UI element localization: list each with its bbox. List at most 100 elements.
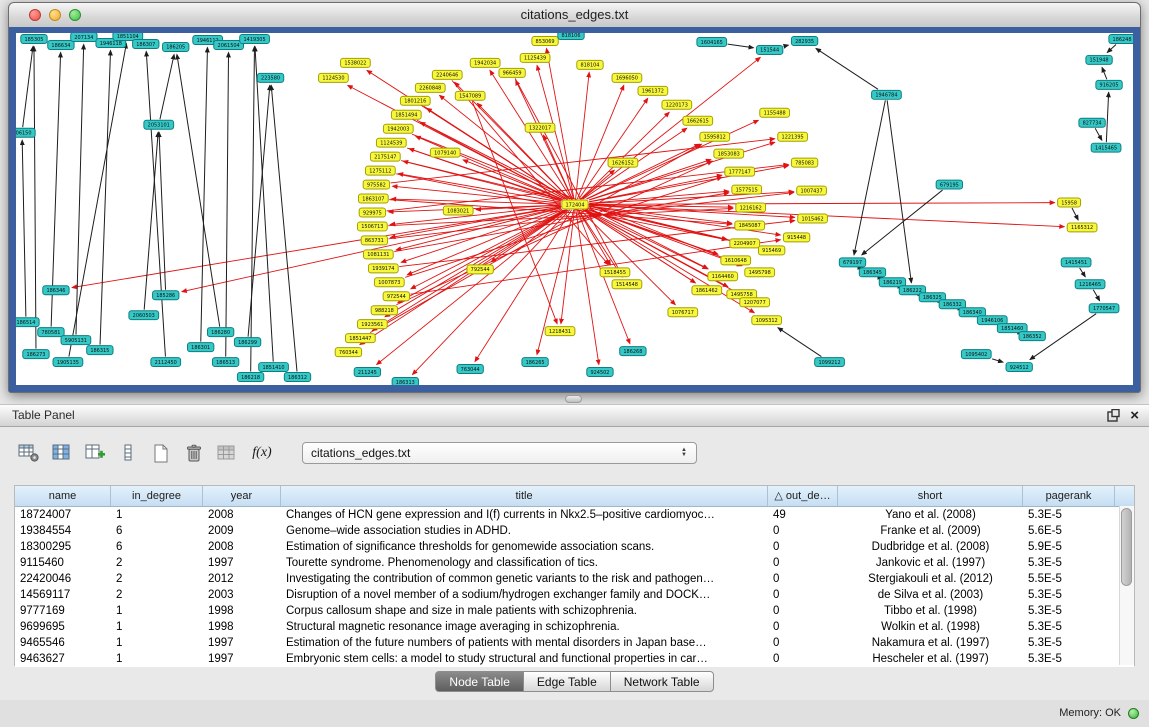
network-graph[interactable]: 1724042260848180121618514941942003112453… <box>16 33 1133 385</box>
graph-node[interactable]: 1124530 <box>319 73 349 82</box>
graph-node[interactable]: 1863107 <box>358 194 388 203</box>
graph-node[interactable]: 818104 <box>577 60 603 69</box>
graph-node[interactable]: 1083021 <box>443 206 473 215</box>
table-row[interactable]: 911546021997Tourette syndrome. Phenomeno… <box>15 555 1134 571</box>
cell-short[interactable]: Wolkin et al. (1998) <box>838 619 1023 635</box>
graph-node[interactable]: 2053101 <box>144 120 174 129</box>
graph-node[interactable]: 1851447 <box>346 334 376 343</box>
graph-node[interactable]: 1923561 <box>357 320 387 329</box>
graph-node[interactable]: 186313 <box>392 378 418 385</box>
graph-node[interactable]: 1905135 <box>53 358 83 367</box>
cell-out_degree[interactable]: 0 <box>768 539 838 555</box>
graph-node[interactable]: 1577515 <box>732 185 762 194</box>
cell-pagerank[interactable]: 5.3E-5 <box>1023 587 1115 603</box>
graph-node[interactable]: 1610648 <box>721 256 751 265</box>
graph-node[interactable]: 1851410 <box>259 363 289 372</box>
graph-node[interactable]: 929975 <box>359 208 385 217</box>
graph-node[interactable]: 186315 <box>87 346 113 355</box>
graph-node[interactable]: 1076717 <box>668 308 698 317</box>
graph-node[interactable]: 186307 <box>133 39 159 48</box>
graph-node[interactable]: 916205 <box>1096 80 1122 89</box>
graph-node[interactable]: 1165312 <box>1067 223 1097 232</box>
cell-out_degree[interactable]: 0 <box>768 523 838 539</box>
new-table-icon[interactable] <box>148 441 174 465</box>
cell-title[interactable]: Genome–wide association studies in ADHD. <box>281 523 768 539</box>
graph-node[interactable]: 915448 <box>783 233 809 242</box>
graph-node[interactable]: 915469 <box>758 246 784 255</box>
graph-node[interactable]: 186218 <box>237 373 263 382</box>
cell-pagerank[interactable]: 5.3E-5 <box>1023 651 1115 667</box>
table-row[interactable]: 969969511998Structural magnetic resonanc… <box>15 619 1134 635</box>
graph-node[interactable]: 186345 <box>859 268 885 277</box>
graph-node[interactable]: 1007873 <box>374 278 404 287</box>
cell-out_degree[interactable]: 0 <box>768 635 838 651</box>
graph-node[interactable]: 1419305 <box>240 34 270 43</box>
graph-node[interactable]: 972544 <box>383 292 409 301</box>
graph-node[interactable]: 1415465 <box>1091 143 1121 152</box>
graph-node[interactable]: 186312 <box>284 373 310 382</box>
cell-title[interactable]: Changes of HCN gene expression and I(f) … <box>281 507 768 523</box>
graph-node[interactable]: 1164460 <box>708 272 738 281</box>
cell-in_degree[interactable]: 2 <box>111 571 203 587</box>
graph-node[interactable]: 186280 <box>207 328 233 337</box>
graph-node[interactable]: 2260848 <box>415 83 445 92</box>
graph-node[interactable]: 1770547 <box>1089 304 1119 313</box>
graph-node[interactable]: 827734 <box>1079 118 1105 127</box>
graph-node[interactable]: 186301 <box>187 343 213 352</box>
cell-short[interactable]: Dudbridge et al. (2008) <box>838 539 1023 555</box>
table-row[interactable]: 1938455462009Genome–wide association stu… <box>15 523 1134 539</box>
graph-node[interactable]: 1942034 <box>470 58 500 67</box>
cell-short[interactable]: Stergiakouli et al. (2012) <box>838 571 1023 587</box>
graph-node[interactable]: 151544 <box>756 45 782 54</box>
cell-short[interactable]: Franke et al. (2009) <box>838 523 1023 539</box>
graph-node[interactable]: 679197 <box>839 258 865 267</box>
graph-node[interactable]: 1124539 <box>376 138 406 147</box>
minimize-window-button[interactable] <box>49 9 61 21</box>
cell-pagerank[interactable]: 5.3E-5 <box>1023 603 1115 619</box>
table-mode-icon[interactable] <box>16 441 42 465</box>
graph-node[interactable]: 1081131 <box>363 250 393 259</box>
graph-node[interactable]: 853069 <box>532 36 558 45</box>
graph-node[interactable]: 1415451 <box>1061 258 1091 267</box>
cell-in_degree[interactable]: 2 <box>111 555 203 571</box>
cell-name[interactable]: 18724007 <box>15 507 111 523</box>
cell-name[interactable]: 22420046 <box>15 571 111 587</box>
graph-node[interactable]: 863731 <box>361 236 387 245</box>
graph-node[interactable]: 924512 <box>1006 363 1032 372</box>
cell-title[interactable]: Tourette syndrome. Phenomenology and cla… <box>281 555 768 571</box>
cell-in_degree[interactable]: 2 <box>111 587 203 603</box>
graph-node[interactable]: 1547089 <box>455 91 485 100</box>
show-columns-icon[interactable] <box>49 441 75 465</box>
cell-out_degree[interactable]: 0 <box>768 651 838 667</box>
graph-node[interactable]: 1801216 <box>400 96 430 105</box>
column-header-out_degree[interactable]: △ out_de… <box>768 486 838 506</box>
graph-node[interactable]: 1216465 <box>1075 280 1105 289</box>
column-header-pagerank[interactable]: pagerank <box>1023 486 1115 506</box>
delete-table-icon[interactable] <box>181 441 207 465</box>
graph-node[interactable]: 1095402 <box>961 350 991 359</box>
graph-node[interactable]: 785083 <box>791 158 817 167</box>
cell-year[interactable]: 2009 <box>203 523 281 539</box>
graph-node[interactable]: 1851494 <box>391 110 421 119</box>
graph-node[interactable]: 211245 <box>354 368 380 377</box>
zoom-window-button[interactable] <box>69 9 81 21</box>
graph-node[interactable]: 186265 <box>522 358 548 367</box>
cell-name[interactable]: 9115460 <box>15 555 111 571</box>
graph-node[interactable]: 207134 <box>71 33 97 41</box>
cell-out_degree[interactable]: 49 <box>768 507 838 523</box>
table-row[interactable]: 977716911998Corpus callosum shape and si… <box>15 603 1134 619</box>
graph-node[interactable]: 1853083 <box>714 149 744 158</box>
graph-node[interactable]: 186634 <box>48 40 74 49</box>
graph-node[interactable]: 1595812 <box>700 132 730 141</box>
graph-node[interactable]: 186299 <box>234 338 260 347</box>
cell-title[interactable]: Estimation of significance thresholds fo… <box>281 539 768 555</box>
graph-node[interactable]: 1079140 <box>430 148 460 157</box>
graph-node[interactable]: 1845087 <box>735 221 765 230</box>
import-table-icon[interactable] <box>214 441 240 465</box>
graph-node[interactable]: 975582 <box>363 180 389 189</box>
graph-node[interactable]: 186514 <box>16 318 39 327</box>
graph-node[interactable]: 1220173 <box>662 100 692 109</box>
graph-node[interactable]: 1626152 <box>608 158 638 167</box>
table-row[interactable]: 1872400712008Changes of HCN gene express… <box>15 507 1134 523</box>
graph-node[interactable]: 223580 <box>257 73 283 82</box>
